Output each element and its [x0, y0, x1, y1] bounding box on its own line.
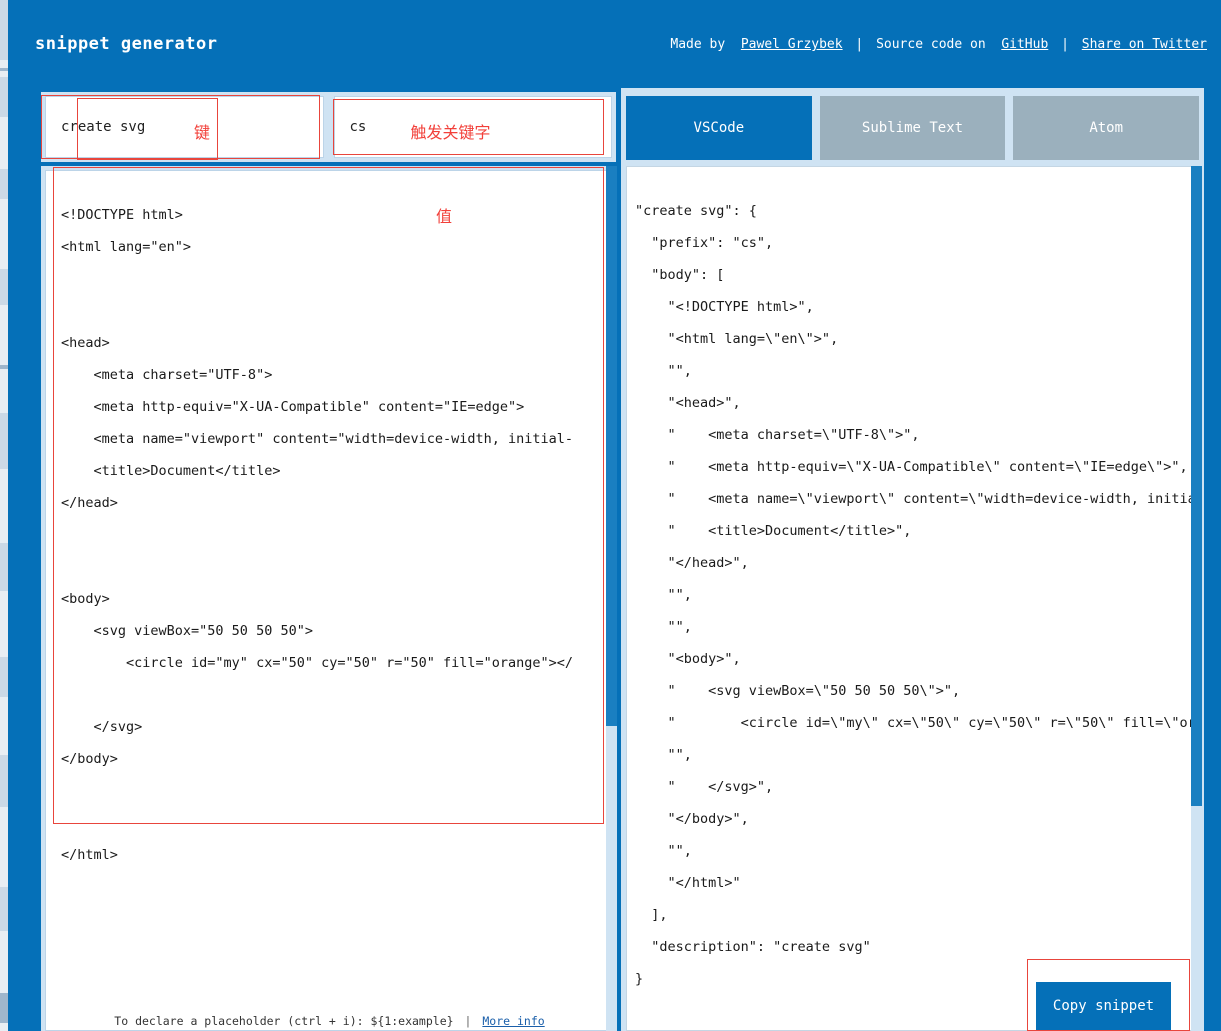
- annotation-value-label: 值: [436, 207, 453, 226]
- snippet-name-field-wrapper[interactable]: create svg 键: [45, 96, 324, 158]
- left-editor-scrollbar-thumb[interactable]: [606, 166, 617, 726]
- annotation-key-label: 键: [194, 123, 211, 142]
- app-header: snippet generator Made by Pawel Grzybek …: [8, 0, 1221, 88]
- snippet-editor-inner[interactable]: <!DOCTYPE html> <html lang="en"> <head> …: [45, 170, 612, 1031]
- tab-atom[interactable]: Atom: [1013, 96, 1200, 160]
- source-code-label: Source code on: [876, 37, 986, 52]
- generated-output-panel: "create svg": { "prefix": "cs", "body": …: [626, 166, 1199, 1031]
- more-info-link[interactable]: More info: [482, 1014, 544, 1028]
- left-column: create svg 键 cs 触发关键字 <!DOCTYPE html> <h…: [35, 88, 617, 1031]
- page-title: snippet generator: [35, 34, 218, 54]
- made-by-label: Made by: [670, 37, 726, 52]
- snippet-editor-panel: <!DOCTYPE html> <html lang="en"> <head> …: [41, 166, 616, 1031]
- tab-sublime-text[interactable]: Sublime Text: [819, 96, 1006, 160]
- trigger-prefix-value: cs: [349, 119, 367, 135]
- fields-row: create svg 键 cs 触发关键字: [41, 92, 616, 162]
- tab-vscode-label: VSCode: [693, 120, 745, 136]
- share-twitter-link[interactable]: Share on Twitter: [1082, 37, 1207, 52]
- output-scrollbar[interactable]: [1191, 166, 1202, 1031]
- left-editor-scrollbar[interactable]: [606, 166, 617, 1031]
- header-separator-1: |: [855, 37, 864, 52]
- annotation-trigger-keyword-label: 触发关键字: [410, 123, 491, 142]
- output-scrollbar-thumb[interactable]: [1191, 166, 1202, 806]
- tab-vscode[interactable]: VSCode: [626, 96, 812, 160]
- editor-target-tabs: VSCode Sublime Text Atom: [621, 92, 1204, 164]
- tab-sublime-text-label: Sublime Text: [861, 120, 964, 136]
- header-links: Made by Pawel Grzybek | Source code on G…: [670, 37, 1207, 52]
- header-separator-2: |: [1061, 37, 1069, 52]
- snippet-body-textarea[interactable]: <!DOCTYPE html> <html lang="en"> <head> …: [46, 195, 606, 1005]
- trigger-prefix-field-wrapper[interactable]: cs 触发关键字: [333, 96, 612, 158]
- footer-separator: |: [464, 1014, 472, 1028]
- tab-atom-label: Atom: [1089, 120, 1124, 136]
- snippet-name-value: create svg: [61, 119, 146, 135]
- placeholder-hint-text: To declare a placeholder (ctrl + i): ${1…: [114, 1014, 454, 1028]
- generated-snippet-json: "create svg": { "prefix": "cs", "body": …: [635, 202, 1198, 987]
- github-link[interactable]: GitHub: [1001, 37, 1048, 52]
- placeholder-hint: To declare a placeholder (ctrl + i): ${1…: [46, 1014, 611, 1028]
- author-link[interactable]: Pawel Grzybek: [741, 37, 843, 52]
- copy-snippet-button[interactable]: Copy snippet: [1036, 982, 1171, 1030]
- snippet-generator-app: snippet generator Made by Pawel Grzybek …: [8, 0, 1221, 1031]
- right-column: VSCode Sublime Text Atom "create svg": {…: [621, 88, 1204, 1031]
